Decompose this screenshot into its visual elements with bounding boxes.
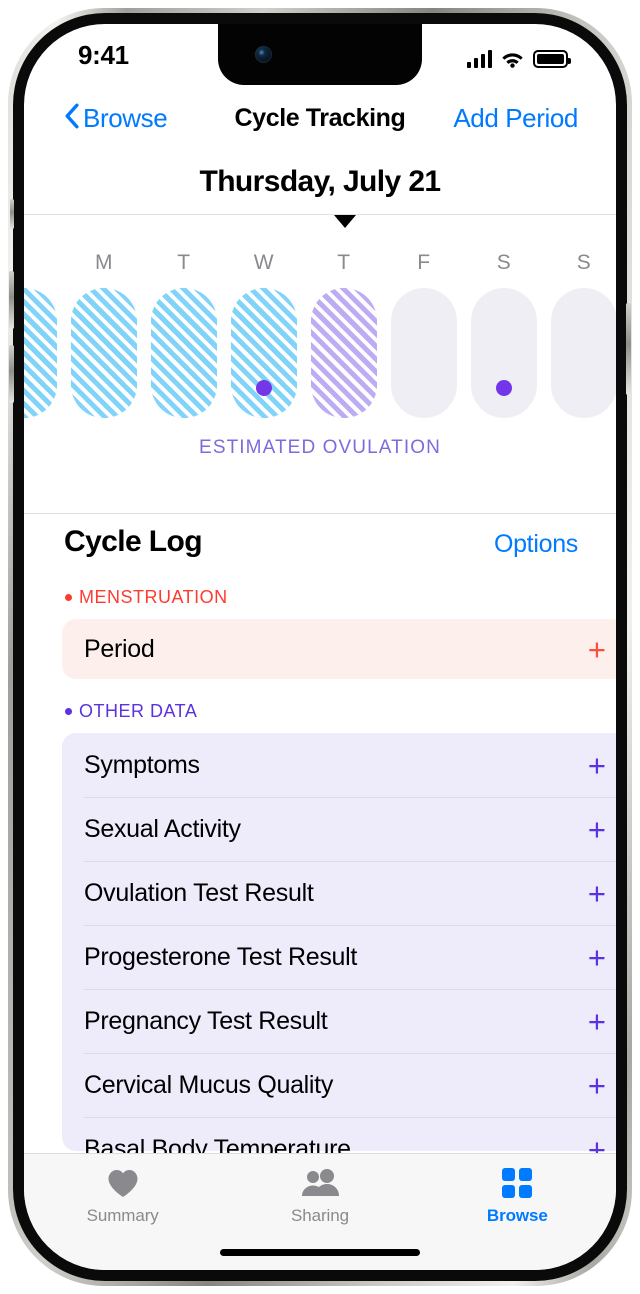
day-pills[interactable] xyxy=(24,288,616,418)
other-data-row-label: Ovulation Test Result xyxy=(84,878,314,907)
silent-switch[interactable] xyxy=(10,199,14,229)
day-pill-6[interactable] xyxy=(471,288,537,418)
plus-icon[interactable]: + xyxy=(588,634,606,665)
other-data-row[interactable]: Ovulation Test Result + xyxy=(62,861,616,925)
weekday-label-2: T xyxy=(177,251,191,274)
heart-icon xyxy=(107,1167,139,1199)
day-event-dot-icon xyxy=(496,380,512,396)
weekday-label-6: S xyxy=(496,251,512,274)
front-camera-icon xyxy=(255,46,272,63)
selected-date-label: Thursday, July 21 xyxy=(199,165,441,198)
cellular-signal-icon xyxy=(466,50,492,68)
date-header: Thursday, July 21 xyxy=(24,150,616,214)
home-indicator[interactable] xyxy=(220,1249,420,1256)
other-data-row[interactable]: Pregnancy Test Result + xyxy=(62,989,616,1053)
weekday-label-1: M xyxy=(94,251,114,274)
battery-fill xyxy=(537,54,564,64)
weekday-label-4: T xyxy=(337,251,351,274)
menstruation-card: Period + xyxy=(62,619,616,679)
day-pill-7[interactable] xyxy=(551,288,616,418)
notch xyxy=(218,24,422,85)
menstruation-section-label: MENSTRUATION xyxy=(65,587,228,608)
weekday-label-7: S xyxy=(576,251,592,274)
other-data-row-label: Pregnancy Test Result xyxy=(84,1006,328,1035)
other-data-card: Symptoms + Sexual Activity + Ovulation Test … xyxy=(62,733,616,1165)
cycle-log-header: Cycle Log Options xyxy=(24,519,616,575)
status-time: 9:41 xyxy=(78,40,129,70)
estimated-ovulation-caption: ESTIMATED OVULATION xyxy=(199,437,441,458)
other-data-row-label: Symptoms xyxy=(84,750,200,779)
plus-icon[interactable]: + xyxy=(588,1006,606,1037)
menstruation-section-text: MENSTRUATION xyxy=(79,587,228,607)
cycle-log-title: Cycle Log xyxy=(64,525,203,558)
phone-frame: 9:41 Browse Cycle Tracking Add Period Th… xyxy=(8,8,632,1286)
power-button[interactable] xyxy=(626,303,631,395)
volume-up-button[interactable] xyxy=(9,271,14,329)
wifi-icon xyxy=(500,50,525,68)
plus-icon[interactable]: + xyxy=(588,750,606,781)
tab-summary[interactable]: Summary xyxy=(24,1154,221,1270)
menstruation-dot-icon xyxy=(65,594,72,601)
other-data-row[interactable]: Progesterone Test Result + xyxy=(62,925,616,989)
volume-down-button[interactable] xyxy=(9,345,14,403)
phone-body: 9:41 Browse Cycle Tracking Add Period Th… xyxy=(9,13,631,1281)
tab-summary-label: Summary xyxy=(86,1206,159,1225)
weekday-labels: MTWTFSS xyxy=(24,251,616,277)
tab-browse-label: Browse xyxy=(486,1206,548,1225)
day-pill-1[interactable] xyxy=(71,288,137,418)
other-data-section-text: OTHER DATA xyxy=(79,701,198,721)
weekday-label-5: F xyxy=(417,251,431,274)
other-data-dot-icon xyxy=(65,708,72,715)
plus-icon[interactable]: + xyxy=(588,1070,606,1101)
other-data-row[interactable]: Cervical Mucus Quality + xyxy=(62,1053,616,1117)
add-period-button[interactable]: Add Period xyxy=(453,103,578,134)
other-data-row[interactable]: Sexual Activity + xyxy=(62,797,616,861)
other-data-row-label: Progesterone Test Result xyxy=(84,942,358,971)
grid-icon xyxy=(502,1167,533,1199)
tab-sharing-label: Sharing xyxy=(291,1206,349,1225)
day-event-dot-icon xyxy=(256,380,272,396)
menstruation-row[interactable]: Period + xyxy=(62,619,616,679)
menstruation-row-label: Period xyxy=(84,634,155,663)
navigation-bar: Browse Cycle Tracking Add Period xyxy=(24,86,616,150)
day-pill-5[interactable] xyxy=(391,288,457,418)
people-icon xyxy=(301,1167,339,1199)
other-data-row[interactable]: Symptoms + xyxy=(62,733,616,797)
day-pill-3[interactable] xyxy=(231,288,297,418)
week-strip[interactable]: M T W T F S S ESTIMATED OVULATION xyxy=(24,214,616,514)
tab-browse[interactable]: Browse xyxy=(419,1154,616,1270)
day-pill-0[interactable] xyxy=(24,288,57,418)
plus-icon[interactable]: + xyxy=(588,942,606,973)
day-pill-2[interactable] xyxy=(151,288,217,418)
phone-screen: 9:41 Browse Cycle Tracking Add Period Th… xyxy=(24,24,616,1270)
day-pill-4[interactable] xyxy=(311,288,377,418)
plus-icon[interactable]: + xyxy=(588,814,606,845)
triangle-down-marker-icon xyxy=(334,215,356,228)
other-data-row-label: Cervical Mucus Quality xyxy=(84,1070,334,1099)
weekday-label-3: W xyxy=(253,251,275,274)
cycle-log-options-button[interactable]: Options xyxy=(494,530,578,559)
other-data-section-label: OTHER DATA xyxy=(65,701,197,722)
status-icons xyxy=(466,46,571,68)
plus-icon[interactable]: + xyxy=(588,878,606,909)
other-data-row-label: Sexual Activity xyxy=(84,814,241,843)
battery-full-icon xyxy=(533,50,571,68)
